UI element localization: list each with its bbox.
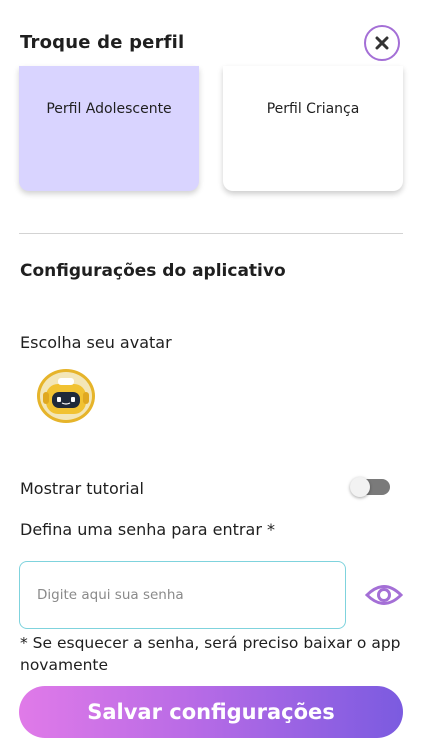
profile-card-teen[interactable]: Perfil Adolescente <box>19 66 199 191</box>
tutorial-label: Mostrar tutorial <box>20 479 144 498</box>
password-note: * Se esquecer a senha, será preciso baix… <box>20 634 401 674</box>
show-password-button[interactable] <box>364 581 404 609</box>
password-label: Defina uma senha para entrar * <box>20 520 275 539</box>
profile-card-child[interactable]: Perfil Criança <box>223 66 403 191</box>
avatar[interactable] <box>37 369 95 423</box>
avatar-label: Escolha seu avatar <box>20 333 172 352</box>
close-icon <box>375 36 389 50</box>
section-title: Configurações do aplicativo <box>20 261 286 281</box>
profile-card-label: Perfil Criança <box>266 100 360 117</box>
robot-avatar-icon <box>43 378 89 414</box>
close-button[interactable] <box>364 25 400 61</box>
eye-icon <box>365 585 403 605</box>
save-settings-button[interactable]: Salvar configurações <box>19 686 403 738</box>
page-title: Troque de perfil <box>20 32 185 53</box>
tutorial-toggle[interactable] <box>350 477 390 497</box>
divider <box>19 233 403 234</box>
toggle-knob <box>350 477 370 497</box>
password-input[interactable] <box>19 561 346 629</box>
profile-card-label: Perfil Adolescente <box>46 100 172 117</box>
